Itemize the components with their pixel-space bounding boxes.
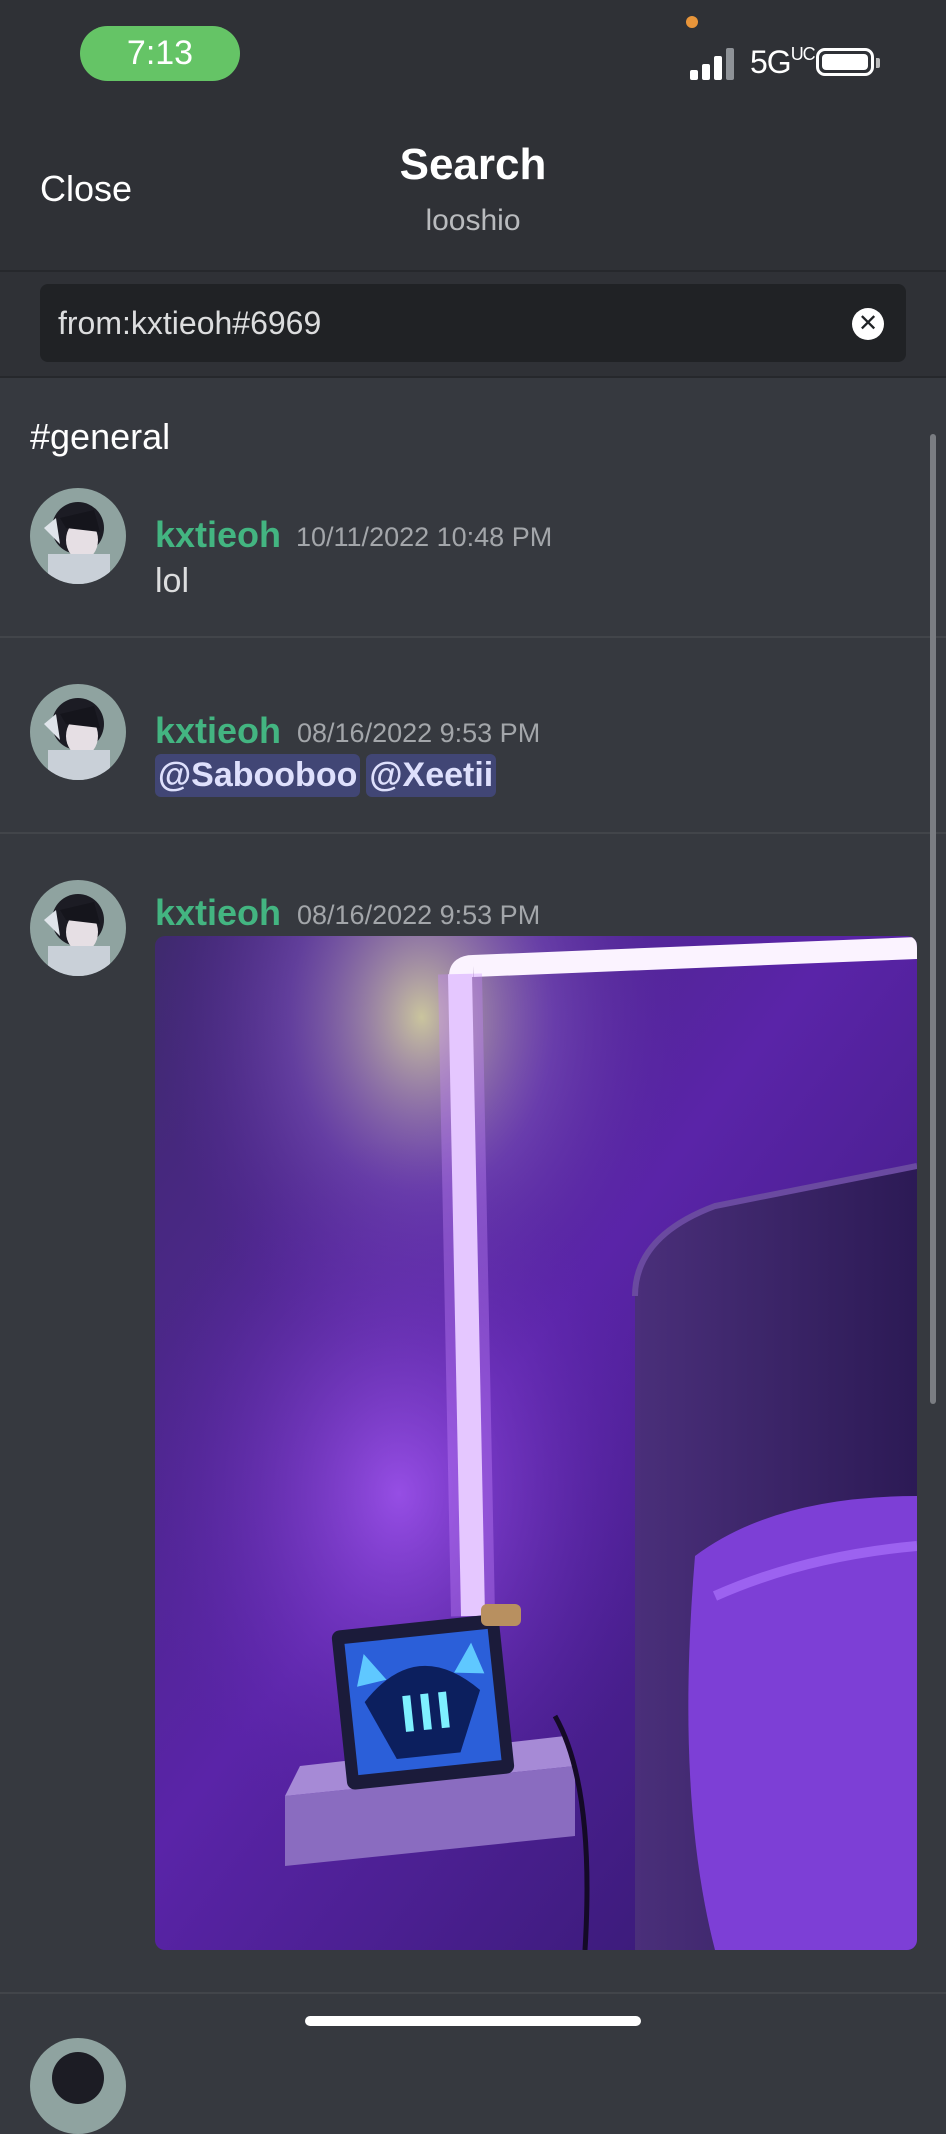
clear-search-icon[interactable]: ✕ <box>852 308 884 340</box>
scrollbar[interactable] <box>930 434 936 1404</box>
battery-full-icon <box>816 48 880 76</box>
result-divider <box>0 832 946 834</box>
cellular-signal-icon <box>690 46 740 80</box>
message-author[interactable]: kxtieoh <box>155 710 281 752</box>
search-bar-container: ✕ <box>0 272 946 378</box>
network-type-label: 5GUC <box>750 44 816 80</box>
user-avatar[interactable] <box>30 880 126 976</box>
user-mention[interactable]: @Xeetii <box>366 754 497 797</box>
search-result-message[interactable]: kxtieoh 10/11/2022 10:48 PM lol <box>0 488 946 616</box>
server-name-subtitle: looshio <box>425 204 521 237</box>
home-indicator[interactable] <box>305 2016 641 2026</box>
user-mention[interactable]: @Sabooboo <box>155 754 361 797</box>
status-bar: 7:13 5GUC <box>0 0 946 110</box>
status-time: 7:13 <box>80 26 240 81</box>
message-text: lol <box>155 562 190 600</box>
user-avatar[interactable] <box>30 2038 126 2134</box>
privacy-indicator-dot <box>686 16 698 28</box>
result-divider <box>0 636 946 638</box>
search-input[interactable] <box>40 284 906 362</box>
message-author[interactable]: kxtieoh <box>155 514 281 556</box>
search-results[interactable]: #general kxtieoh 10/11/2022 10:48 PM lol <box>0 378 946 2048</box>
search-result-message[interactable]: kxtieoh 08/16/2022 9:53 PM @Sabooboo @Xee… <box>0 684 946 812</box>
user-avatar[interactable] <box>30 684 126 780</box>
image-attachment[interactable] <box>155 936 917 1950</box>
message-timestamp: 08/16/2022 9:53 PM <box>297 900 541 930</box>
page-title: Search <box>399 140 547 189</box>
message-timestamp: 10/11/2022 10:48 PM <box>296 522 553 552</box>
search-header: Close Search looshio <box>0 110 946 272</box>
message-author[interactable]: kxtieoh <box>155 892 281 934</box>
message-timestamp: 08/16/2022 9:53 PM <box>297 718 541 748</box>
message-mentions: @Sabooboo @Xeetii <box>155 754 502 797</box>
channel-heading: #general <box>30 416 171 457</box>
result-divider <box>0 1992 946 1994</box>
user-avatar[interactable] <box>30 488 126 584</box>
search-result-message[interactable]: kxtieoh 08/16/2022 9:53 PM <box>0 880 946 1990</box>
